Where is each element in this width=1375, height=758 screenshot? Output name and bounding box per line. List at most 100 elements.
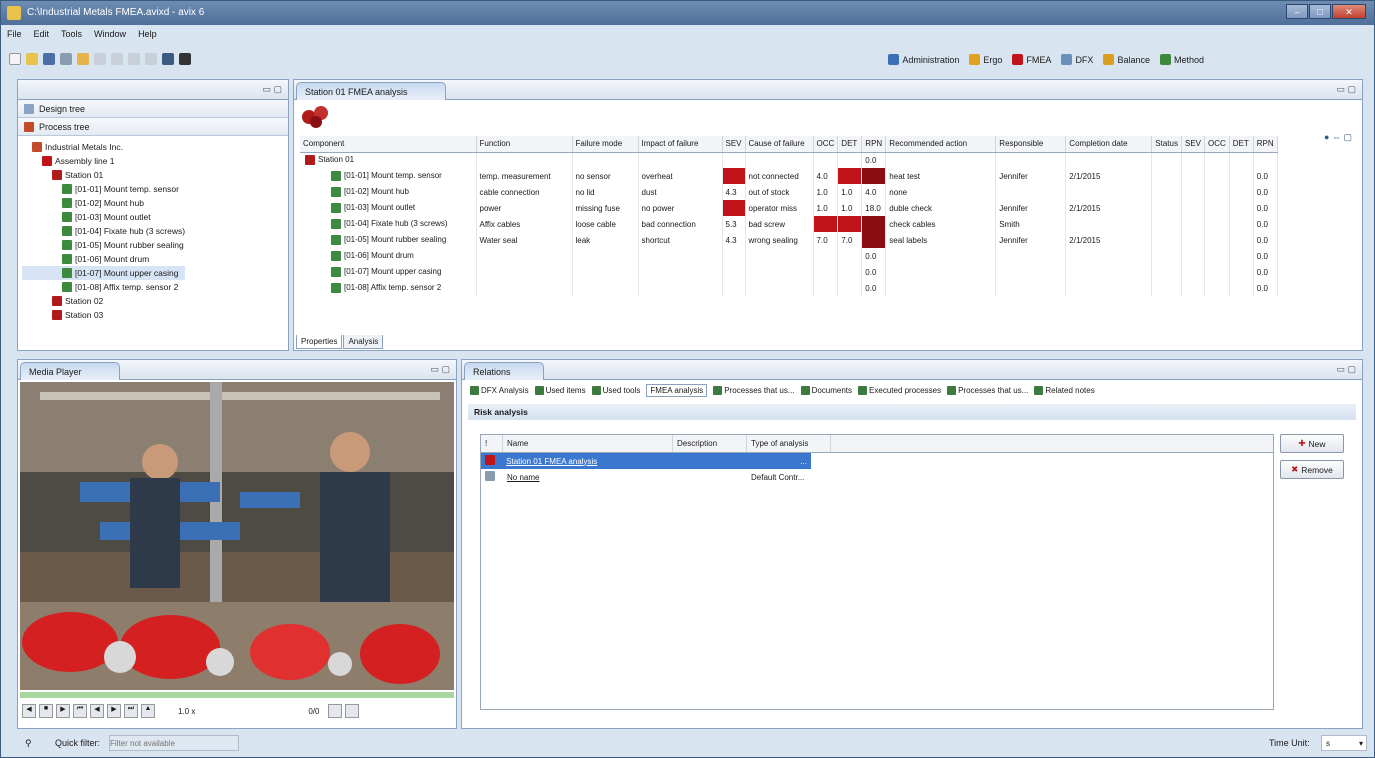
relations-tab[interactable]: FMEA analysis (646, 384, 708, 397)
relations-tab[interactable]: DFX Analysis (470, 384, 529, 397)
tree-item[interactable]: Station 03 (22, 308, 185, 322)
design-tree-button[interactable]: Design tree (18, 100, 288, 118)
next-frame-icon[interactable]: ▶ (107, 704, 121, 718)
save-icon[interactable] (43, 53, 55, 65)
window-icon[interactable] (162, 53, 174, 65)
column-header[interactable]: Component (300, 136, 477, 153)
relations-tab[interactable]: Documents (800, 384, 852, 397)
remove-button[interactable]: ✖ Remove (1280, 460, 1344, 479)
column-header[interactable]: Cause of failure (745, 136, 814, 153)
process-tree-button[interactable]: Process tree (18, 118, 288, 136)
tree-item[interactable]: Assembly line 1 (22, 154, 185, 168)
column-header[interactable]: Impact of failure (638, 136, 723, 153)
tree-item[interactable]: [01-08] Affix temp. sensor 2 (22, 280, 185, 294)
table-row[interactable]: [01-01] Mount temp. sensor temp. measurem… (300, 168, 1278, 184)
quick-filter-input[interactable] (109, 735, 239, 751)
relations-tab[interactable]: Used tools (591, 384, 640, 397)
relations-tab[interactable]: Executed processes (858, 384, 941, 397)
list-item[interactable]: Station 01 FMEA analysis... (481, 453, 811, 469)
tree-item[interactable]: [01-03] Mount outlet (22, 210, 185, 224)
perspective-administration[interactable]: Administration (888, 54, 959, 65)
export-icon[interactable] (345, 704, 360, 718)
tree-item[interactable]: [01-06] Mount drum (22, 252, 185, 266)
tree-item[interactable]: [01-04] Fixate hub (3 screws) (22, 224, 185, 238)
panel-minmax-icon[interactable]: ▭ ▢ (1336, 364, 1356, 375)
redo-icon[interactable] (94, 53, 106, 65)
column-header[interactable]: Recommended action (885, 136, 997, 153)
perspective-method[interactable]: Method (1159, 54, 1204, 65)
table-row[interactable]: [01-05] Mount rubber sealing Water seal le… (300, 232, 1278, 248)
column-header[interactable]: Failure mode (572, 136, 639, 153)
table-row[interactable]: Station 01 0.0 (300, 152, 1278, 168)
analysis-name-link[interactable]: No name (503, 473, 673, 482)
perspective-fmea[interactable]: FMEA (1012, 54, 1051, 65)
menu-help[interactable]: Help (138, 29, 157, 45)
table-row[interactable]: [01-02] Mount hub cable connection no lid d… (300, 184, 1278, 200)
new-file-icon[interactable] (9, 53, 21, 65)
menu-file[interactable]: File (7, 29, 22, 45)
rewind-start-icon[interactable]: ◀ (22, 704, 36, 718)
perspective-ergo[interactable]: Ergo (969, 54, 1002, 65)
tree-item[interactable]: [01-01] Mount temp. sensor (22, 182, 185, 196)
prev-frame-icon[interactable]: ◀ (90, 704, 104, 718)
tab-fmea-analysis[interactable]: Station 01 FMEA analysis (296, 82, 446, 100)
panel-minmax-icon[interactable]: ▭ ▢ (430, 364, 450, 375)
print-icon[interactable] (60, 53, 72, 65)
relations-tab[interactable]: Processes that us... (713, 384, 795, 397)
close-button[interactable]: ✕ (1332, 4, 1366, 19)
table-row[interactable]: [01-03] Mount outlet power missing fuse no … (300, 200, 1278, 216)
column-header[interactable]: Responsible (995, 136, 1067, 153)
column-header[interactable]: Name (503, 435, 673, 452)
panel-minmax-icon[interactable]: ▭ ▢ (262, 84, 282, 95)
menu-tools[interactable]: Tools (61, 29, 82, 45)
relations-tab[interactable]: Processes that us... (947, 384, 1028, 397)
relations-tab[interactable]: Related notes (1034, 384, 1095, 397)
table-row[interactable]: [01-08] Affix temp. sensor 2 0.0 0.0 (300, 280, 1278, 296)
tree-item[interactable]: Station 02 (22, 294, 185, 308)
column-header[interactable]: Status (1151, 136, 1182, 153)
panel-minmax-icon[interactable]: ▭ ▢ (1336, 84, 1356, 95)
column-header[interactable]: SEV (722, 136, 746, 153)
stop-icon[interactable]: ■ (39, 704, 53, 718)
settings-icon[interactable] (328, 704, 343, 718)
last-frame-icon[interactable]: ⏭ (124, 704, 138, 718)
list-item[interactable]: No name Default Contr... (481, 469, 1273, 485)
paste-icon[interactable] (145, 53, 157, 65)
cut-icon[interactable] (111, 53, 123, 65)
open-folder-icon[interactable] (26, 53, 38, 65)
time-unit-select[interactable]: s ▾ (1321, 735, 1367, 751)
column-header[interactable]: Description (673, 435, 747, 452)
column-header[interactable]: OCC (813, 136, 839, 153)
column-header[interactable]: DET (1229, 136, 1254, 153)
minimize-button[interactable]: – (1286, 4, 1308, 19)
camera-icon[interactable] (179, 53, 191, 65)
play-icon[interactable]: ▶ (56, 704, 70, 718)
column-header[interactable]: Function (476, 136, 573, 153)
tree-item[interactable]: [01-07] Mount upper casing (22, 266, 186, 280)
eject-icon[interactable]: ▲ (141, 704, 155, 718)
column-header[interactable]: Completion date (1065, 136, 1153, 153)
maximize-button[interactable]: □ (1309, 4, 1331, 19)
new-button[interactable]: ✚ New (1280, 434, 1344, 453)
tab-relations[interactable]: Relations (464, 362, 544, 380)
video-progress-bar[interactable] (20, 692, 454, 698)
column-header[interactable]: Type of analysis (747, 435, 831, 452)
tab-media-player[interactable]: Media Player (20, 362, 120, 380)
table-row[interactable]: [01-07] Mount upper casing 0.0 0.0 (300, 264, 1278, 280)
column-header[interactable]: ! (481, 435, 503, 452)
undo-icon[interactable] (77, 53, 89, 65)
perspective-dfx[interactable]: DFX (1061, 54, 1093, 65)
analysis-name-link[interactable]: Station 01 FMEA analysis (502, 457, 662, 466)
tab-properties[interactable]: Properties (296, 335, 343, 349)
fmea-view-controls-icon[interactable]: ● ⇔ ▢ (1324, 132, 1352, 143)
column-header[interactable]: DET (837, 136, 863, 153)
first-frame-icon[interactable]: ⏮ (73, 704, 87, 718)
tree-item[interactable]: [01-05] Mount rubber sealing (22, 238, 185, 252)
column-header[interactable]: RPN (1253, 136, 1278, 153)
tree-item[interactable]: [01-02] Mount hub (22, 196, 185, 210)
relations-tab[interactable]: Used items (534, 384, 586, 397)
table-row[interactable]: [01-06] Mount drum 0.0 0.0 (300, 248, 1278, 264)
table-row[interactable]: [01-04] Fixate hub (3 screws) Affix cable… (300, 216, 1278, 232)
speed-spinner[interactable]: 1.0 x (178, 707, 195, 716)
perspective-balance[interactable]: Balance (1103, 54, 1150, 65)
